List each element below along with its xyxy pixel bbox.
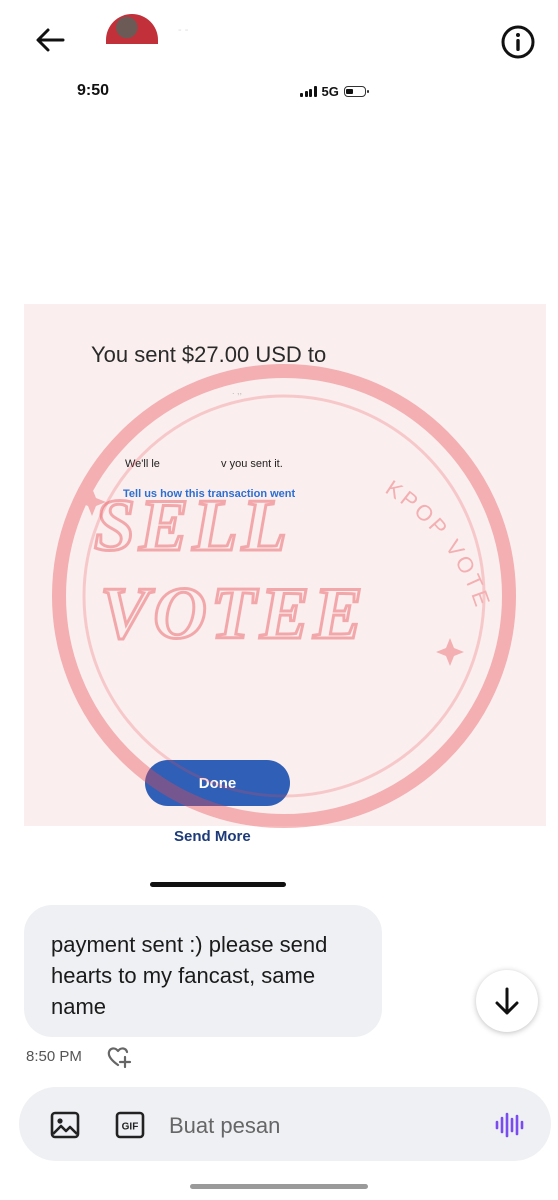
image-icon [50, 1111, 80, 1139]
contact-avatar[interactable] [106, 14, 158, 44]
back-button[interactable] [28, 22, 72, 58]
sent-amount-text: You sent $27.00 USD to [91, 342, 327, 367]
info-button[interactable] [498, 22, 538, 62]
done-button: Done [145, 760, 290, 806]
info-circle-icon [501, 25, 535, 59]
payment-receipt: You sent $27.00 USD to . ,, We'll le v y… [24, 304, 546, 826]
navigation-handle[interactable] [190, 1184, 368, 1189]
gif-icon: GIF [115, 1111, 145, 1139]
screenshot-status-icons: 5G [300, 84, 369, 99]
heart-plus-icon [107, 1047, 132, 1069]
send-more-link: Send More [174, 828, 251, 845]
react-button[interactable] [106, 1044, 132, 1070]
screenshot-status-time: 9:50 [77, 82, 110, 99]
image-button[interactable] [49, 1109, 81, 1141]
signal-icon [300, 86, 317, 97]
recipient-name: . ,, [232, 386, 243, 396]
svg-text:GIF: GIF [122, 1122, 139, 1133]
arrow-down-icon [495, 987, 519, 1015]
arrow-left-icon [36, 28, 65, 52]
message-timestamp: 8:50 PM [26, 1048, 82, 1065]
voice-waveform-icon [495, 1112, 524, 1138]
contact-name[interactable]: - - [178, 24, 268, 38]
voice-message-button[interactable] [493, 1109, 525, 1141]
network-label: 5G [321, 84, 339, 99]
shared-screenshot-image[interactable]: 9:50 5G You sent $27.00 USD to . ,, We'l… [24, 72, 546, 892]
feedback-link: Tell us how this transaction went [123, 488, 296, 500]
gif-button[interactable]: GIF [115, 1110, 145, 1140]
message-bubble[interactable]: payment sent :) please send hearts to my… [24, 905, 382, 1037]
message-input[interactable] [167, 1107, 471, 1145]
screenshot-home-indicator [150, 882, 286, 887]
battery-icon [343, 86, 369, 97]
message-composer: GIF [19, 1087, 551, 1161]
scroll-down-button[interactable] [476, 970, 538, 1032]
notice-text: We'll le v you sent it. [125, 458, 283, 470]
